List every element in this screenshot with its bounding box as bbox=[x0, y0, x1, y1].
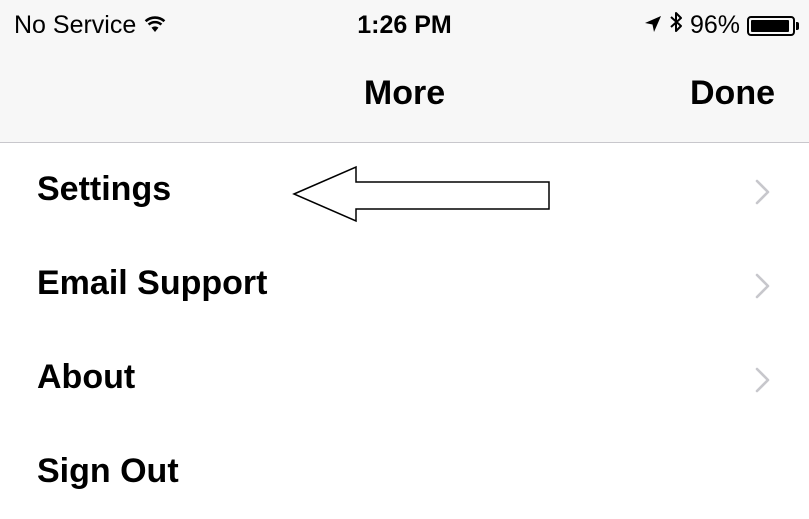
menu-item-about[interactable]: About bbox=[0, 331, 809, 425]
chevron-right-icon bbox=[755, 367, 770, 393]
battery-fill bbox=[751, 19, 790, 32]
status-bar: No Service 1:26 PM 96% bbox=[0, 0, 809, 52]
bluetooth-icon bbox=[669, 11, 683, 40]
status-right: 96% bbox=[644, 11, 799, 40]
menu-item-label: Settings bbox=[37, 170, 172, 208]
top-bar: No Service 1:26 PM 96% More Done bbox=[0, 0, 809, 143]
battery-icon bbox=[747, 15, 799, 36]
location-arrow-icon bbox=[644, 11, 662, 40]
menu-item-sign-out[interactable]: Sign Out bbox=[0, 425, 809, 519]
done-button[interactable]: Done bbox=[690, 74, 775, 113]
left-arrow-annotation bbox=[292, 165, 550, 223]
menu-item-label: Email Support bbox=[37, 264, 268, 302]
battery-body bbox=[747, 15, 795, 36]
menu-item-email-support[interactable]: Email Support bbox=[0, 237, 809, 331]
chevron-right-icon bbox=[755, 179, 770, 205]
navigation-bar: More Done bbox=[0, 52, 809, 142]
menu-item-label: Sign Out bbox=[37, 452, 179, 490]
menu-item-label: About bbox=[37, 358, 136, 396]
battery-percent: 96% bbox=[689, 11, 740, 39]
battery-tip bbox=[796, 21, 799, 30]
page-title: More bbox=[363, 74, 446, 112]
chevron-right-icon bbox=[755, 273, 770, 299]
